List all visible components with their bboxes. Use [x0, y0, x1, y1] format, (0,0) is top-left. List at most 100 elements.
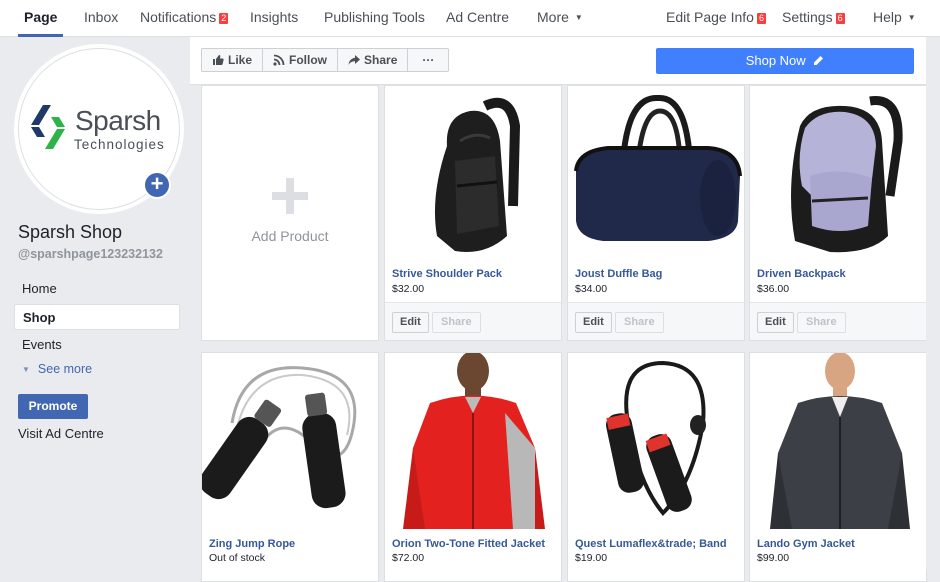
tab-label: Insights	[250, 9, 299, 25]
company-logo: Sparsh Technologies	[29, 103, 174, 153]
tab-ad-centre[interactable]: Ad Centre	[446, 0, 509, 37]
tab-insights[interactable]: Insights	[250, 0, 298, 37]
sidebar-item-label: Events	[22, 337, 62, 352]
tab-inbox[interactable]: Inbox	[84, 0, 118, 37]
nav-label: Help	[873, 9, 902, 25]
page-action-buttons: Like Follow Share ···	[201, 48, 450, 72]
product-card[interactable]: Strive Shoulder Pack $32.00 Edit Share	[384, 85, 562, 341]
share-product-button[interactable]: Share	[615, 312, 664, 333]
tab-page[interactable]: Page	[18, 0, 64, 37]
edit-product-button[interactable]: Edit	[575, 312, 612, 333]
red-jacket-icon	[385, 353, 561, 529]
rss-icon	[273, 54, 285, 66]
more-options-button[interactable]: ···	[408, 49, 448, 71]
nav-label: Settings	[782, 9, 833, 25]
shop-now-label: Shop Now	[745, 53, 806, 68]
product-card[interactable]: Joust Duffle Bag $34.00 Edit Share	[567, 85, 745, 341]
follow-label: Follow	[289, 53, 328, 67]
sidebar-item-home[interactable]: Home	[14, 276, 180, 302]
edit-page-info-badge: 6	[755, 12, 767, 25]
sidebar-item-label: Shop	[23, 310, 56, 325]
follow-button[interactable]: Follow	[263, 49, 339, 71]
ellipsis-icon: ···	[422, 53, 435, 67]
sidebar-item-label: Home	[22, 281, 57, 296]
product-name[interactable]: Driven Backpack	[757, 268, 846, 280]
product-price: $72.00	[392, 552, 425, 564]
edit-page-info-button[interactable]: Edit Page Info 6	[666, 0, 767, 37]
jump-rope-icon	[202, 366, 357, 509]
product-name[interactable]: Lando Gym Jacket	[757, 538, 855, 550]
like-label: Like	[228, 53, 253, 67]
sidebar-item-shop[interactable]: Shop	[14, 304, 180, 330]
caret-down-icon: ▼	[574, 13, 583, 22]
product-price: $34.00	[575, 283, 608, 295]
grey-jacket-icon	[750, 353, 926, 529]
page-title[interactable]: Sparsh Shop	[18, 222, 122, 243]
logo-wordmark: Sparsh	[75, 105, 161, 136]
product-card[interactable]: Lando Gym Jacket $99.00	[749, 352, 927, 582]
settings-button[interactable]: Settings 6	[782, 0, 846, 37]
share-arrow-icon	[348, 55, 361, 65]
tab-more[interactable]: More ▼	[537, 0, 583, 37]
product-price: $32.00	[392, 283, 425, 295]
notification-badge: 2	[218, 12, 230, 25]
share-button[interactable]: Share	[338, 49, 409, 71]
pencil-icon	[814, 56, 824, 65]
resistance-band-icon	[606, 360, 706, 516]
tab-label: Notifications	[140, 9, 217, 25]
page-action-bar: Like Follow Share ··· Shop Now	[190, 37, 926, 85]
product-actions: Edit Share	[385, 302, 561, 340]
page-gutter	[926, 37, 940, 569]
product-price: $99.00	[757, 552, 790, 564]
backpack-icon	[791, 96, 903, 253]
product-card[interactable]: Zing Jump Rope Out of stock	[201, 352, 379, 582]
edit-product-button[interactable]: Edit	[757, 312, 794, 333]
edit-product-button[interactable]: Edit	[392, 312, 429, 333]
product-actions: Edit Share	[568, 302, 744, 340]
product-card[interactable]: Orion Two-Tone Fitted Jacket $72.00	[384, 352, 562, 582]
tab-label: Inbox	[84, 9, 119, 25]
see-more-link[interactable]: ▼ See more	[22, 362, 92, 376]
tab-label: More	[537, 9, 569, 25]
product-card[interactable]: Quest Lumaflex&trade; Band $19.00	[567, 352, 745, 582]
tab-label: Ad Centre	[446, 9, 510, 25]
tab-publishing-tools[interactable]: Publishing Tools	[324, 0, 425, 37]
tab-notifications[interactable]: Notifications 2	[140, 0, 230, 37]
sparsh-logo-icon	[31, 105, 65, 149]
top-navigation: Page Inbox Notifications 2 Insights Publi…	[0, 0, 940, 37]
thumbs-up-icon	[213, 55, 224, 65]
add-photo-icon[interactable]: +	[143, 171, 171, 199]
like-button[interactable]: Like	[202, 49, 264, 71]
profile-picture[interactable]: Sparsh Technologies +	[18, 48, 180, 210]
help-button[interactable]: Help ▼	[873, 0, 916, 37]
logo-subtext: Technologies	[74, 137, 165, 152]
shop-now-button[interactable]: Shop Now	[656, 48, 914, 74]
nav-label: Edit Page Info	[666, 9, 754, 25]
product-name[interactable]: Strive Shoulder Pack	[392, 268, 502, 280]
product-price: $36.00	[757, 283, 790, 295]
product-card[interactable]: Driven Backpack $36.00 Edit Share	[749, 85, 927, 341]
caret-down-icon: ▼	[907, 13, 916, 22]
share-product-button[interactable]: Share	[432, 312, 481, 333]
tab-label: Publishing Tools	[324, 9, 425, 25]
product-price: $19.00	[575, 552, 608, 564]
add-plus-icon	[272, 178, 308, 214]
product-name[interactable]: Orion Two-Tone Fitted Jacket	[392, 538, 545, 550]
product-price: Out of stock	[209, 552, 266, 564]
sidebar-item-events[interactable]: Events	[14, 332, 180, 358]
settings-badge: 6	[834, 12, 846, 25]
add-product-label: Add Product	[251, 228, 329, 244]
sling-backpack-icon	[434, 97, 521, 252]
share-label: Share	[364, 53, 398, 67]
product-name[interactable]: Joust Duffle Bag	[575, 268, 662, 280]
triangle-down-icon: ▼	[22, 365, 30, 374]
product-name[interactable]: Quest Lumaflex&trade; Band	[575, 538, 727, 550]
visit-ad-centre-link[interactable]: Visit Ad Centre	[18, 426, 104, 441]
see-more-label: See more	[37, 362, 93, 376]
promote-button[interactable]: Promote	[18, 394, 88, 419]
tab-label: Page	[24, 9, 58, 25]
add-product-card[interactable]: Add Product	[201, 85, 379, 341]
product-name[interactable]: Zing Jump Rope	[209, 538, 295, 550]
share-product-button[interactable]: Share	[797, 312, 846, 333]
page-username[interactable]: @sparshpage123232132	[18, 247, 163, 261]
